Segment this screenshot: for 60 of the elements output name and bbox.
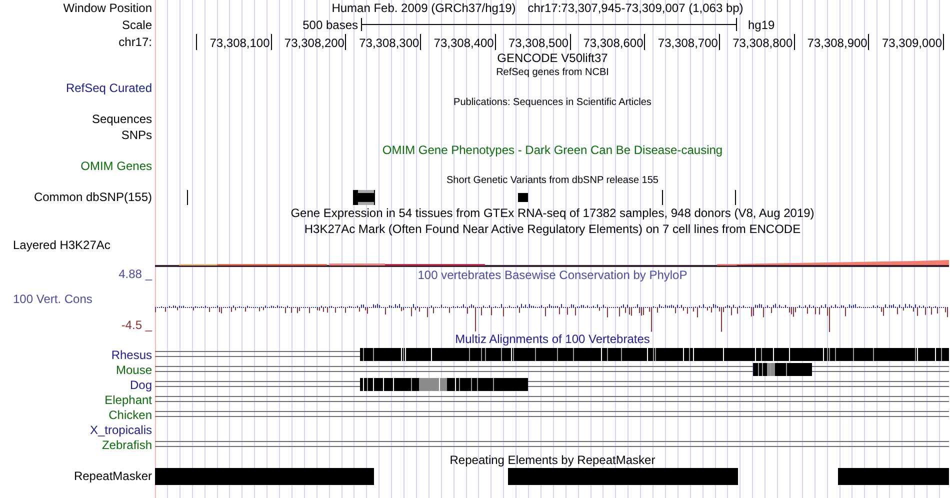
snp-marker: [518, 192, 528, 202]
ruler-tick: [345, 34, 346, 50]
scale-assembly: hg19: [748, 19, 775, 31]
track-caption: Publications: Sequences in Scientific Articles: [454, 98, 652, 108]
scale-length: 500 bases: [302, 19, 358, 31]
track-label: Window Position: [63, 2, 152, 14]
snp-marker: [353, 190, 375, 204]
ruler-label: 73,308,800: [732, 37, 793, 49]
track-title: Multiz Alignments of 100 Vertebrates: [455, 333, 650, 346]
track-label: Common dbSNP(155): [34, 191, 152, 203]
track-label: SNPs: [121, 128, 152, 140]
snp-marker: [662, 190, 663, 204]
ruler-tick: [270, 34, 272, 50]
ruler-label: 73,308,500: [508, 37, 569, 49]
track-label: 100 Vert. Cons: [12, 293, 92, 305]
track-title: Gene Expression in 54 tissues from GTEx RNA-seq of 17382 samples, 948 donors (V8, Aug 2019): [290, 207, 814, 220]
ruler-tick: [494, 34, 496, 50]
track-label: Chicken: [108, 408, 152, 420]
axis-max-label: 4.88 _: [118, 268, 154, 280]
assembly-title: Human Feb. 2009 (GRCh37/hg19): [332, 2, 516, 14]
ruler-tick: [420, 34, 422, 50]
axis-min-label: -4.5 _: [121, 318, 154, 330]
ruler-tick: [794, 34, 795, 50]
snp-marker: [187, 190, 188, 204]
ruler-tick: [868, 34, 870, 50]
ruler-label: 73,309,000: [882, 37, 942, 49]
track-title: Repeating Elements by RepeatMasker: [450, 454, 656, 466]
ruler-tick: [718, 34, 720, 50]
snp-marker: [735, 190, 736, 204]
track-caption: RefSeq genes from NCBI: [496, 68, 609, 78]
ruler-tick: [644, 34, 646, 50]
track-label: RefSeq Curated: [66, 82, 152, 94]
ruler-label: 73,308,200: [284, 37, 344, 49]
track-title: 100 vertebrates Basewise Conservation by PhyloP: [418, 269, 688, 282]
ruler-tick: [196, 34, 198, 50]
track-label: Scale: [122, 19, 152, 31]
ruler-label: 73,308,600: [583, 37, 644, 49]
ruler-tick: [943, 34, 944, 50]
track-label: X_tropicalis: [90, 424, 152, 436]
track-label: Layered H3K27Ac: [13, 238, 110, 250]
track-label: Zebrafish: [102, 438, 152, 450]
track-label: Dog: [130, 378, 152, 390]
track-title: GENCODE V50lift37: [497, 52, 608, 64]
ruler-tick: [570, 34, 571, 50]
ruler-label: 73,308,100: [210, 37, 270, 49]
ruler-label: 73,308,300: [359, 37, 420, 49]
track-label: chr17:: [118, 36, 152, 48]
track-label: RepeatMasker: [74, 470, 152, 482]
track-label: OMIM Genes: [80, 160, 152, 172]
track-label: Mouse: [116, 364, 152, 376]
ruler-label: 73,308,900: [807, 37, 868, 49]
track-label: Sequences: [92, 112, 152, 124]
position-range: chr17:73,307,945-73,309,007 (1,063 bp): [528, 2, 744, 14]
ruler-label: 73,308,700: [658, 37, 718, 49]
track-label: Elephant: [104, 394, 152, 406]
ruler-label: 73,308,400: [434, 37, 494, 49]
track-title: H3K27Ac Mark (Often Found Near Active Regulatory Elements) on 7 cell lines from ENCODE: [304, 222, 801, 235]
track-title: OMIM Gene Phenotypes - Dark Green Can Be Disease-causing: [382, 144, 723, 156]
track-caption: Short Genetic Variants from dbSNP release 155: [446, 176, 658, 186]
track-label: Rhesus: [111, 348, 152, 360]
